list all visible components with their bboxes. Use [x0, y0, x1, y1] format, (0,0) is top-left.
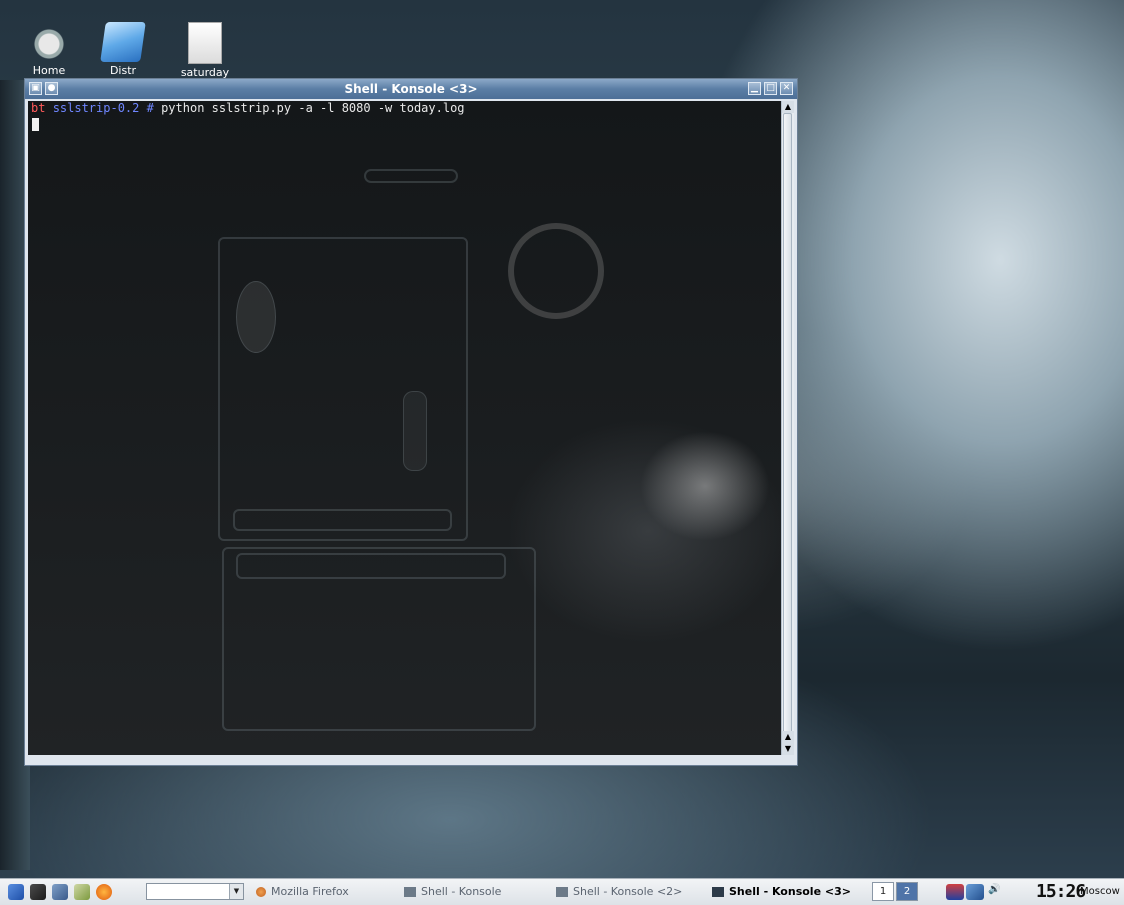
network-monitor-icon[interactable] [966, 884, 984, 900]
fingerprint-graphic [640, 431, 770, 541]
desktop-icon-label: Home [32, 64, 66, 77]
terminal-command-line: bt sslstrip-0.2 # python sslstrip.py -a … [31, 101, 465, 115]
task-konsole-3[interactable]: Shell - Konsole <3> [712, 884, 851, 900]
pager-desktop-2[interactable]: 2 [896, 882, 918, 901]
terminal-bg-circle [508, 223, 604, 319]
konsole-icon [556, 887, 568, 897]
terminal-cursor [32, 118, 39, 131]
network-icon[interactable] [52, 884, 68, 900]
folder-icon [100, 22, 146, 62]
clock-time[interactable]: 15:26 [1036, 881, 1086, 902]
terminal-scrollbar[interactable]: ▲ ▲ ▼ [781, 101, 794, 755]
pager-desktop-1[interactable]: 1 [872, 882, 894, 901]
konsole-icon [404, 887, 416, 897]
desktop-icon-label: Distr [109, 64, 137, 77]
scroll-down-arrow-icon[interactable]: ▼ [782, 743, 794, 755]
task-label: Shell - Konsole <3> [729, 885, 851, 898]
kde-menu-icon[interactable] [8, 884, 24, 900]
task-label: Shell - Konsole <2> [573, 885, 683, 898]
window-menu-icon[interactable]: ▣ [29, 82, 42, 95]
scrollbar-thumb[interactable] [783, 113, 792, 743]
prompt-host: bt [31, 101, 46, 115]
prompt-directory: sslstrip-0.2 # [52, 101, 154, 115]
volume-icon[interactable]: 🔊 [988, 884, 1002, 900]
keyboard-layout-icon[interactable] [946, 884, 964, 900]
chevron-down-icon[interactable]: ▼ [229, 884, 243, 899]
desktop-icon-distr[interactable]: Distr [88, 22, 158, 77]
fingerprint-graphic [236, 281, 276, 353]
terminal-area[interactable]: bt sslstrip-0.2 # python sslstrip.py -a … [28, 101, 782, 755]
terminal-bg-panel [233, 509, 452, 531]
task-konsole-2[interactable]: Shell - Konsole <2> [556, 884, 682, 900]
konsole-icon [712, 887, 724, 897]
sticky-icon[interactable]: ● [45, 82, 58, 95]
minimize-button[interactable]: ▁ [748, 82, 761, 95]
terminal-command: python sslstrip.py -a -l 8080 -w today.l… [161, 101, 465, 115]
task-konsole-1[interactable]: Shell - Konsole [404, 884, 501, 900]
scroll-up-arrow-icon[interactable]: ▲ [782, 731, 794, 743]
desktop-icon-saturday[interactable]: saturday [170, 22, 240, 79]
terminal-bg-panel [236, 553, 506, 579]
task-label: Mozilla Firefox [271, 885, 349, 898]
task-label: Shell - Konsole [421, 885, 502, 898]
konsole-window[interactable]: ▣ ● Shell - Konsole <3> ▁ □ ✕ bt sslstri… [24, 78, 798, 766]
window-titlebar[interactable]: ▣ ● Shell - Konsole <3> ▁ □ ✕ [25, 79, 797, 99]
desktop-icon-home[interactable]: Home [14, 22, 84, 77]
launcher-icon[interactable] [74, 884, 90, 900]
document-icon [188, 22, 222, 64]
clock-timezone: Moscow [1080, 886, 1120, 897]
home-icon [29, 22, 69, 62]
maximize-button[interactable]: □ [764, 82, 777, 95]
command-input[interactable]: ▼ [146, 883, 244, 900]
task-firefox[interactable]: Mozilla Firefox [256, 884, 349, 900]
show-desktop-icon[interactable] [30, 884, 46, 900]
scroll-up-arrow-icon[interactable]: ▲ [782, 101, 794, 113]
terminal-bg-panel [364, 169, 458, 183]
window-title: Shell - Konsole <3> [344, 82, 478, 96]
close-button[interactable]: ✕ [780, 82, 793, 95]
firefox-icon [256, 887, 266, 897]
dna-graphic [403, 391, 427, 471]
taskbar: ▼ Mozilla Firefox Shell - Konsole Shell … [0, 878, 1124, 905]
firefox-icon[interactable] [96, 884, 112, 900]
